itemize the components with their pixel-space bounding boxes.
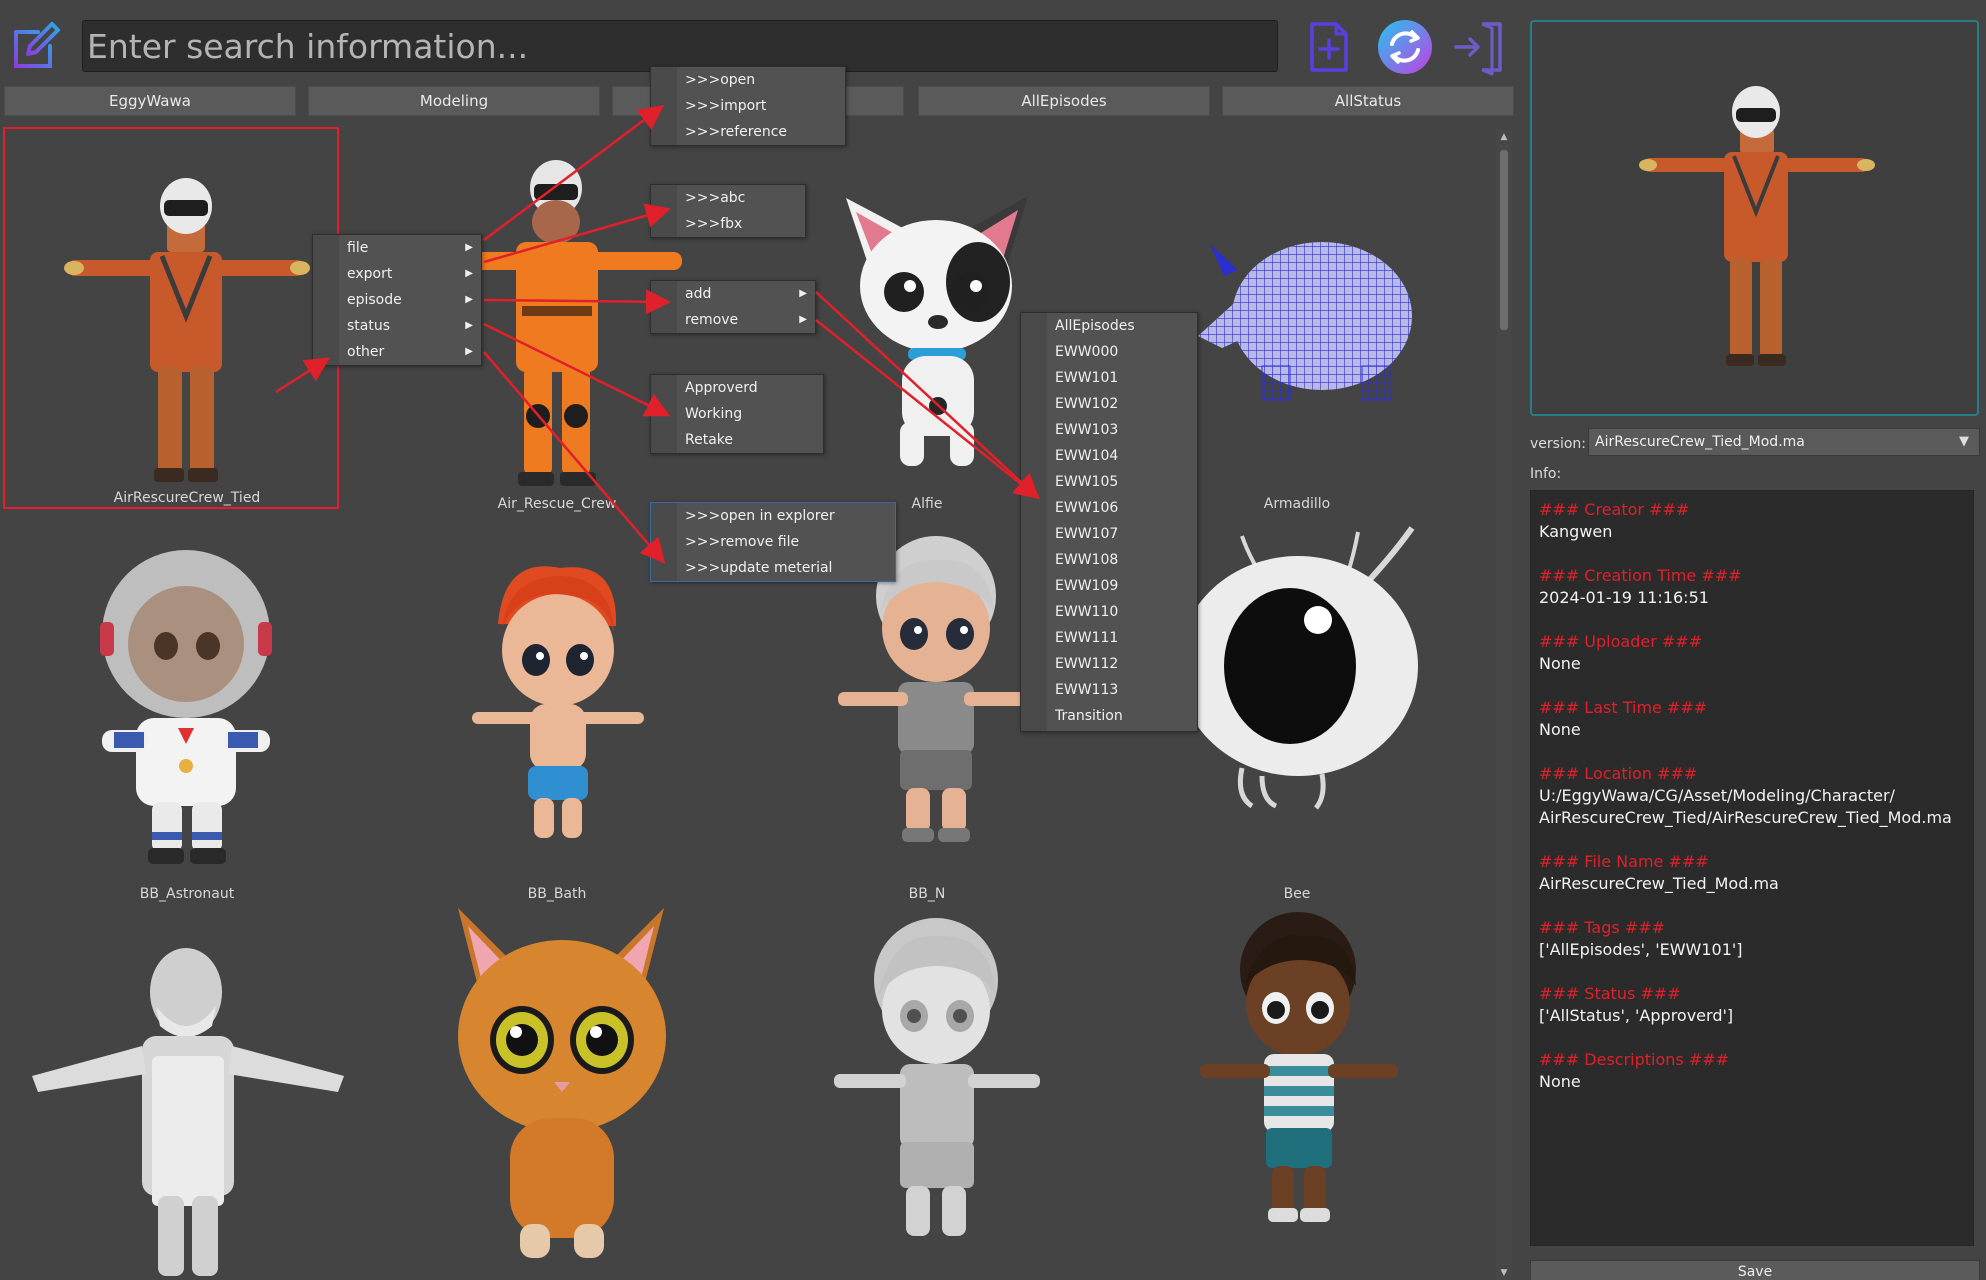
submenu-arrow-icon: ▶ xyxy=(465,346,473,357)
asset-browser-window: EggyWawa Modeling AllEpisodes AllStatus xyxy=(0,0,1986,1280)
info-value: ['AllEpisodes', 'EWW101'] xyxy=(1539,940,1743,959)
menu-item-working[interactable]: Working xyxy=(651,401,823,427)
exit-icon[interactable] xyxy=(1452,18,1510,76)
status-submenu: Approverd Working Retake xyxy=(650,374,824,454)
scroll-up-icon[interactable]: ▲ xyxy=(1498,132,1510,142)
scroll-down-icon[interactable]: ▼ xyxy=(1498,1268,1510,1278)
status-filter[interactable]: AllStatus xyxy=(1222,86,1514,116)
menu-item-open-in-explorer[interactable]: >>>open in explorer xyxy=(651,503,895,529)
menu-item-reference[interactable]: >>>reference xyxy=(651,119,845,145)
info-value: None xyxy=(1539,720,1581,739)
menu-item-fbx[interactable]: >>>fbx xyxy=(651,211,805,237)
grid-scrollbar[interactable]: ▲ ▼ xyxy=(1496,130,1512,1280)
other-submenu: >>>open in explorer >>>remove file >>>up… xyxy=(650,502,896,582)
asset-name: BB_N xyxy=(908,886,946,902)
episode-item[interactable]: EWW104 xyxy=(1021,443,1197,469)
submenu-arrow-icon: ▶ xyxy=(465,242,473,253)
episode-item[interactable]: EWW110 xyxy=(1021,599,1197,625)
edit-icon[interactable] xyxy=(8,18,64,74)
info-header: ### Location ### xyxy=(1539,764,1698,783)
info-header: ### File Name ### xyxy=(1539,852,1709,871)
info-label: Info: xyxy=(1530,466,1562,482)
episode-item[interactable]: AllEpisodes xyxy=(1021,313,1197,339)
submenu-arrow-icon: ▶ xyxy=(465,268,473,279)
submenu-arrow-icon: ▶ xyxy=(799,314,807,325)
info-header: ### Creation Time ### xyxy=(1539,566,1742,585)
search-input[interactable] xyxy=(83,21,1277,71)
episode-item[interactable]: EWW106 xyxy=(1021,495,1197,521)
menu-item-approverd[interactable]: Approverd xyxy=(651,375,823,401)
version-label: version: xyxy=(1530,436,1586,452)
episode-item[interactable]: EWW000 xyxy=(1021,339,1197,365)
file-submenu: >>>open >>>import >>>reference xyxy=(650,66,846,146)
menu-item-retake[interactable]: Retake xyxy=(651,427,823,453)
chevron-down-icon[interactable]: ▼ xyxy=(1949,429,1979,455)
menu-item-status[interactable]: status ▶ xyxy=(313,313,481,339)
episode-item[interactable]: EWW108 xyxy=(1021,547,1197,573)
menu-item-import[interactable]: >>>import xyxy=(651,93,845,119)
asset-card[interactable]: BB_Astronaut xyxy=(2,516,372,906)
asset-card[interactable] xyxy=(1112,906,1482,1280)
asset-name: BB_Astronaut xyxy=(139,886,235,902)
episode-item[interactable]: EWW113 xyxy=(1021,677,1197,703)
menu-item-remove[interactable]: remove ▶ xyxy=(651,307,815,333)
menu-item-abc[interactable]: >>>abc xyxy=(651,185,805,211)
menu-item-update-meterial[interactable]: >>>update meterial xyxy=(651,555,895,581)
menu-item-export[interactable]: export ▶ xyxy=(313,261,481,287)
episode-item[interactable]: EWW102 xyxy=(1021,391,1197,417)
menu-item-remove-file[interactable]: >>>remove file xyxy=(651,529,895,555)
episode-item[interactable]: EWW101 xyxy=(1021,365,1197,391)
info-value: Kangwen xyxy=(1539,522,1613,541)
asset-name: Bee xyxy=(1283,886,1311,902)
episode-item[interactable]: EWW107 xyxy=(1021,521,1197,547)
menu-item-file[interactable]: file ▶ xyxy=(313,235,481,261)
menu-item-episode[interactable]: episode ▶ xyxy=(313,287,481,313)
add-file-icon[interactable] xyxy=(1300,18,1358,76)
submenu-arrow-icon: ▶ xyxy=(799,288,807,299)
info-header: ### Status ### xyxy=(1539,984,1681,1003)
department-filter[interactable]: Modeling xyxy=(308,86,600,116)
menu-item-add[interactable]: add ▶ xyxy=(651,281,815,307)
submenu-arrow-icon: ▶ xyxy=(465,320,473,331)
info-header: ### Creator ### xyxy=(1539,500,1690,519)
asset-card[interactable] xyxy=(742,906,1112,1280)
episode-item[interactable]: EWW103 xyxy=(1021,417,1197,443)
info-header: ### Tags ### xyxy=(1539,918,1666,937)
info-value: U:/EggyWawa/CG/Asset/Modeling/Character/… xyxy=(1539,786,1952,827)
episode-submenu: add ▶ remove ▶ xyxy=(650,280,816,334)
episode-item[interactable]: EWW112 xyxy=(1021,651,1197,677)
menu-item-other[interactable]: other ▶ xyxy=(313,339,481,365)
menu-item-open[interactable]: >>>open xyxy=(651,67,845,93)
info-value: None xyxy=(1539,654,1581,673)
info-value: None xyxy=(1539,1072,1581,1091)
project-filter[interactable]: EggyWawa xyxy=(4,86,296,116)
asset-card[interactable] xyxy=(2,906,372,1280)
info-value: 2024-01-19 11:16:51 xyxy=(1539,588,1709,607)
info-value: AirRescureCrew_Tied_Mod.ma xyxy=(1539,874,1779,893)
scroll-thumb[interactable] xyxy=(1500,150,1508,330)
asset-card[interactable] xyxy=(372,906,742,1280)
episode-item[interactable]: EWW105 xyxy=(1021,469,1197,495)
info-value: ['AllStatus', 'Approverd'] xyxy=(1539,1006,1734,1025)
asset-name: AirRescureCrew_Tied xyxy=(113,490,261,506)
info-header: ### Uploader ### xyxy=(1539,632,1703,651)
info-header: ### Last Time ### xyxy=(1539,698,1708,717)
submenu-arrow-icon: ▶ xyxy=(465,294,473,305)
version-select[interactable]: AirRescureCrew_Tied_Mod.ma ▼ xyxy=(1588,428,1980,456)
export-submenu: >>>abc >>>fbx xyxy=(650,184,806,238)
context-menu: file ▶ export ▶ episode ▶ status ▶ other ▶ xyxy=(312,234,482,366)
refresh-icon[interactable] xyxy=(1376,18,1434,76)
asset-name: BB_Bath xyxy=(527,886,587,902)
version-value: AirRescureCrew_Tied_Mod.ma xyxy=(1595,434,1805,450)
save-button[interactable]: Save xyxy=(1530,1260,1980,1280)
episode-item[interactable]: EWW109 xyxy=(1021,573,1197,599)
info-textbox[interactable]: ### Creator ### Kangwen ### Creation Tim… xyxy=(1530,490,1974,1246)
episodes-list-menu: AllEpisodes EWW000 EWW101 EWW102 EWW103 … xyxy=(1020,312,1198,732)
search-bar[interactable] xyxy=(82,20,1278,72)
episode-item[interactable]: EWW111 xyxy=(1021,625,1197,651)
info-header: ### Descriptions ### xyxy=(1539,1050,1730,1069)
episode-item[interactable]: Transition xyxy=(1021,703,1197,729)
preview-panel xyxy=(1530,20,1979,416)
episode-filter[interactable]: AllEpisodes xyxy=(918,86,1210,116)
